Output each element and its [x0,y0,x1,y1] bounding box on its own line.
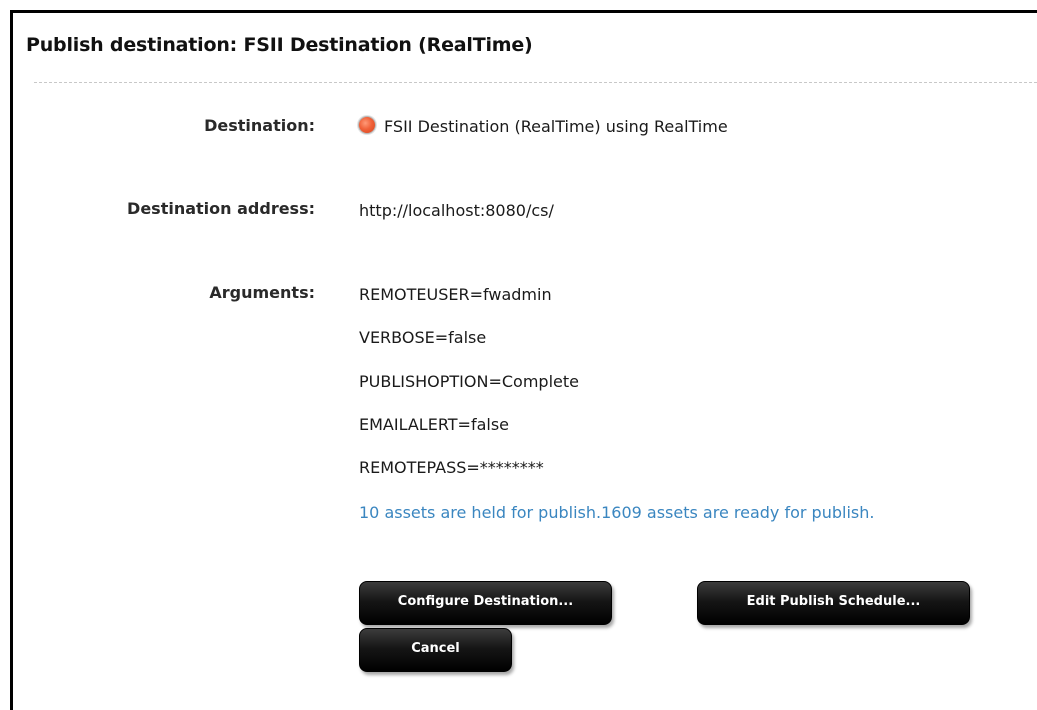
destination-status-icon [358,116,376,134]
publish-status-info: 10 assets are held for publish.1609 asse… [359,503,875,522]
argument-item: VERBOSE=false [359,328,487,347]
argument-item: EMAILALERT=false [359,415,510,434]
destination-address-label: Destination address: [127,199,315,218]
argument-item: PUBLISHOPTION=Complete [359,372,579,391]
destination-label: Destination: [204,116,315,135]
destination-value: FSII Destination (RealTime) using RealTi… [384,117,728,136]
title-divider [34,82,1037,83]
cancel-button[interactable]: Cancel [359,628,512,672]
edit-publish-schedule-button[interactable]: Edit Publish Schedule... [697,581,970,625]
argument-item: REMOTEUSER=fwadmin [359,285,552,304]
destination-address-value: http://localhost:8080/cs/ [359,201,554,220]
argument-item: REMOTEPASS=******** [359,458,544,477]
arguments-label: Arguments: [209,283,315,302]
configure-destination-button[interactable]: Configure Destination... [359,581,612,625]
page-title: Publish destination: FSII Destination (R… [26,34,533,56]
